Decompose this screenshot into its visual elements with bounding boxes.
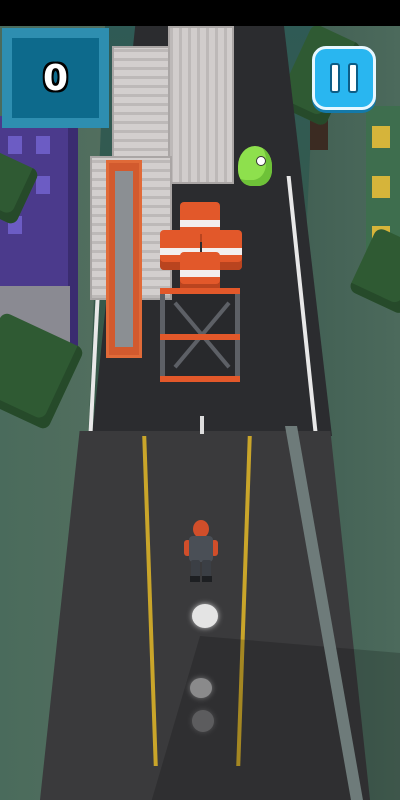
dust-puff [192,604,218,628]
barrier-obstacle [106,160,142,358]
drum-tower-obstacle [158,202,244,298]
tower-band [160,288,240,294]
lane-dash [200,416,204,434]
slime-enemy [238,146,272,186]
dust-puff [190,678,212,698]
container [168,26,234,184]
score-value: 0 [42,57,69,99]
score-display: 0 [12,38,99,118]
player-character [184,520,218,586]
dust-puff [192,710,214,732]
tower-band [160,334,240,340]
status-bar [0,0,400,26]
pause-button[interactable] [312,46,376,110]
tower-band [160,376,240,382]
drum [180,252,220,292]
score-panel: 0 [2,28,109,128]
game-scene[interactable] [0,26,400,800]
